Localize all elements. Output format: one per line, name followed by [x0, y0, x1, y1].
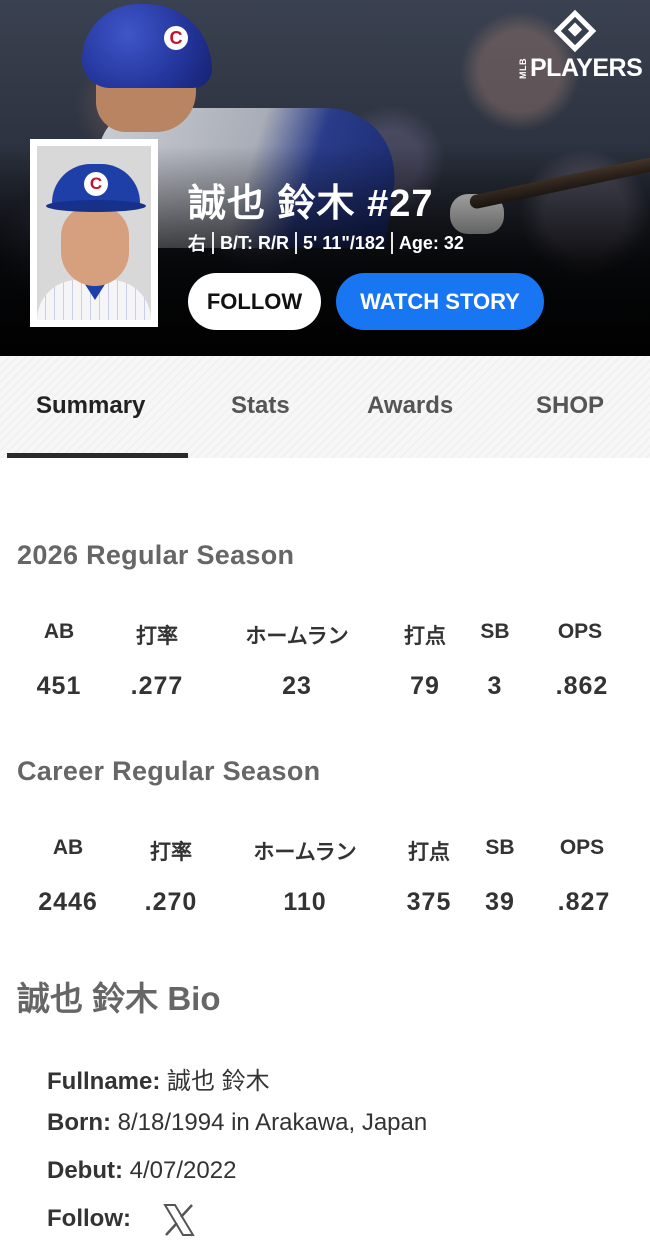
stat-header: 打率 — [150, 841, 192, 864]
stat-header: OPS — [559, 836, 605, 859]
stat-value: 39 — [485, 888, 515, 916]
player-hero: C MLB PLAYERS C 誠也 鈴木 #27 右 B/T: R/R 5' … — [0, 0, 650, 356]
bio-follow: Follow: — [47, 1205, 131, 1233]
player-name: 誠也 鈴木 #27 — [188, 183, 434, 225]
stat-header: AB — [43, 620, 75, 643]
player-meta: 右 B/T: R/R 5' 11"/182 Age: 32 — [188, 230, 464, 256]
player-bats-throws: B/T: R/R — [220, 232, 289, 253]
bio-debut-label: Debut: — [47, 1157, 123, 1184]
watch-story-button[interactable]: WATCH STORY — [336, 273, 544, 330]
headshot-photo: C — [37, 146, 151, 320]
bio-born-value: 8/18/1994 in Arakawa, Japan — [117, 1109, 428, 1136]
tab-awards[interactable]: Awards — [367, 392, 453, 420]
season-section-title: 2026 Regular Season — [17, 540, 295, 570]
meta-divider — [390, 232, 393, 254]
bio-fullname-value: 誠也 鈴木 — [167, 1068, 270, 1095]
stat-header: ホームラン — [245, 625, 349, 648]
stat-value: .270 — [144, 888, 198, 916]
bio-debut: Debut: 4/07/2022 — [47, 1157, 236, 1185]
stat-header: ホームラン — [253, 841, 357, 864]
brand-players-text: PLAYERS — [530, 54, 643, 82]
cubs-helmet-logo: C — [164, 26, 188, 50]
stat-header: OPS — [557, 620, 603, 643]
brand-mlb-text: MLB — [518, 58, 528, 79]
player-position: 右 — [188, 234, 206, 254]
stat-value: 2446 — [38, 888, 98, 916]
stat-value: .827 — [557, 888, 611, 916]
stat-value: .277 — [130, 672, 184, 700]
tab-shop[interactable]: SHOP — [536, 392, 604, 420]
mlb-players-logo[interactable]: MLB PLAYERS — [516, 9, 643, 84]
stat-header: 打率 — [136, 625, 178, 648]
bio-fullname-label: Fullname: — [47, 1068, 161, 1095]
headshot-face — [61, 206, 129, 286]
stat-header: SB — [485, 836, 515, 859]
player-age: Age: 32 — [398, 232, 464, 253]
career-section-title: Career Regular Season — [17, 756, 321, 786]
stat-value: 451 — [36, 672, 82, 700]
bio-title: 誠也 鈴木 Bio — [17, 980, 221, 1017]
tab-bar: Summary Stats Awards SHOP — [0, 356, 650, 458]
player-headshot: C — [30, 139, 158, 327]
cubs-cap-logo: C — [84, 172, 108, 196]
stat-header: 打点 — [408, 841, 450, 864]
player-height-weight: 5' 11"/182 — [303, 232, 385, 253]
stat-header: AB — [52, 836, 84, 859]
stat-value: 23 — [282, 672, 312, 700]
active-tab-indicator — [7, 453, 188, 458]
meta-divider — [212, 232, 214, 254]
x-twitter-icon[interactable] — [162, 1203, 196, 1237]
stat-value: .862 — [555, 672, 609, 700]
stat-value: 110 — [283, 888, 327, 916]
follow-button[interactable]: FOLLOW — [188, 273, 321, 330]
bio-fullname: Fullname: 誠也 鈴木 — [47, 1061, 270, 1096]
headshot-cap-brim — [46, 200, 146, 212]
stat-value: 3 — [487, 672, 503, 700]
bio-debut-value: 4/07/2022 — [129, 1157, 237, 1184]
bio-born-label: Born: — [47, 1109, 111, 1136]
tab-stats[interactable]: Stats — [231, 392, 290, 420]
stat-value: 375 — [406, 888, 452, 916]
tab-summary[interactable]: Summary — [36, 392, 145, 420]
stat-value: 79 — [410, 672, 440, 700]
meta-divider — [295, 232, 297, 254]
diamond-icon — [553, 9, 597, 53]
stat-header: SB — [480, 620, 510, 643]
bio-born: Born: 8/18/1994 in Arakawa, Japan — [47, 1109, 427, 1137]
bio-follow-label: Follow: — [47, 1205, 131, 1232]
stat-header: 打点 — [404, 625, 446, 648]
